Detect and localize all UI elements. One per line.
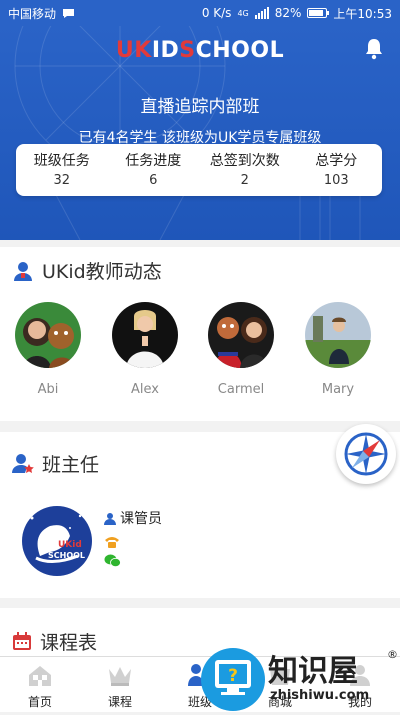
network-speed: 0 K/s (201, 6, 232, 20)
stat-task-progress[interactable]: 任务进度 6 (108, 144, 200, 196)
teacher-card-abi[interactable]: Abi (8, 302, 88, 397)
stat-class-tasks[interactable]: 班级任务 32 (16, 144, 108, 196)
teacher-photo (208, 302, 274, 368)
tab-home[interactable]: 首页 (0, 657, 80, 712)
teacher-section-title: UKid教师动态 (42, 261, 162, 283)
carrier-label: 中国移动 (8, 6, 57, 21)
teacher-name: Mary (321, 382, 355, 397)
tab-label: 首页 (27, 695, 52, 709)
home-icon (29, 666, 51, 686)
head-teacher-header: 班主任 (12, 450, 99, 477)
phone-icon[interactable] (104, 535, 120, 549)
network-type: 4G (237, 8, 249, 18)
help-button[interactable]: ? (201, 648, 265, 711)
teacher-name: Carmel (217, 382, 265, 397)
class-header: UKIDSCHOOL 直播追踪内部班 已有4名学生 该班级为UK学员专属班级 (0, 26, 400, 240)
wechat-icon[interactable] (104, 554, 121, 568)
teacher-section: UKid教师动态 Abi Alex Carmel Mary (0, 247, 400, 421)
teacher-card-carmel[interactable]: Carmel (201, 302, 281, 397)
signal-icon (254, 7, 269, 19)
compass-icon (344, 432, 388, 476)
ukid-school-logo: UKIDSCHOOL (115, 38, 285, 63)
stat-label: 总学分 (315, 153, 358, 169)
stat-value: 6 (149, 173, 158, 188)
avatar-logo-text-1: UKid (58, 540, 82, 550)
class-name: 直播追踪内部班 (140, 97, 260, 117)
teacher-section-header: UKid教师动态 (12, 257, 162, 284)
stat-label: 任务进度 (125, 153, 182, 169)
watermark: 知识屋 ® zhishiwu.com (268, 646, 400, 708)
stat-checkins[interactable]: 总签到次数 2 (199, 144, 291, 196)
svg-text:?: ? (228, 666, 238, 686)
stat-value: 32 (53, 173, 71, 188)
tab-label: 课程 (107, 695, 132, 709)
stat-credits[interactable]: 总学分 103 (291, 144, 383, 196)
clock: 上午10:53 (333, 6, 392, 21)
teacher-card-mary[interactable]: Mary (298, 302, 378, 397)
watermark-url: zhishiwu.com (270, 688, 370, 703)
head-teacher-title: 班主任 (42, 454, 100, 476)
schedule-title: 课程表 (40, 632, 98, 654)
teacher-icon (14, 261, 32, 281)
battery-percent: 82% (274, 6, 302, 20)
tab-courses[interactable]: 课程 (80, 657, 160, 712)
watermark-reg: ® (387, 648, 398, 661)
calendar-icon (13, 632, 31, 650)
role-row: 课管员 (104, 508, 162, 528)
stat-value: 103 (323, 173, 349, 188)
stat-label: 总签到次数 (209, 153, 280, 169)
head-teacher-icon (12, 453, 34, 473)
stat-label: 班级任务 (33, 153, 90, 169)
avatar-logo-text-2: SCHOOL (48, 551, 86, 560)
person-icon (104, 512, 116, 525)
status-bar: 中国移动 0 K/s 4G 82% 上午10:53 (0, 0, 400, 26)
bell-icon[interactable] (364, 38, 384, 60)
class-stats-card: 班级任务 32 任务进度 6 总签到次数 2 总学分 103 (16, 144, 382, 196)
stat-value: 2 (240, 173, 249, 188)
teacher-photo (112, 302, 178, 368)
teacher-photo (305, 302, 371, 368)
head-teacher-avatar[interactable]: UKid SCHOOL (22, 506, 92, 576)
teacher-name: Alex (131, 382, 159, 397)
crown-icon (109, 667, 131, 686)
teacher-name: Abi (37, 382, 59, 397)
battery-icon (307, 8, 330, 18)
head-teacher-role: 课管员 (120, 511, 162, 527)
watermark-text: 知识屋 (268, 654, 358, 689)
compass-button[interactable] (336, 424, 396, 484)
message-icon (63, 8, 75, 18)
teacher-card-alex[interactable]: Alex (105, 302, 185, 397)
help-icon: ? (215, 660, 251, 695)
teacher-photo (15, 302, 81, 368)
schedule-header: 课程表 (12, 628, 97, 655)
